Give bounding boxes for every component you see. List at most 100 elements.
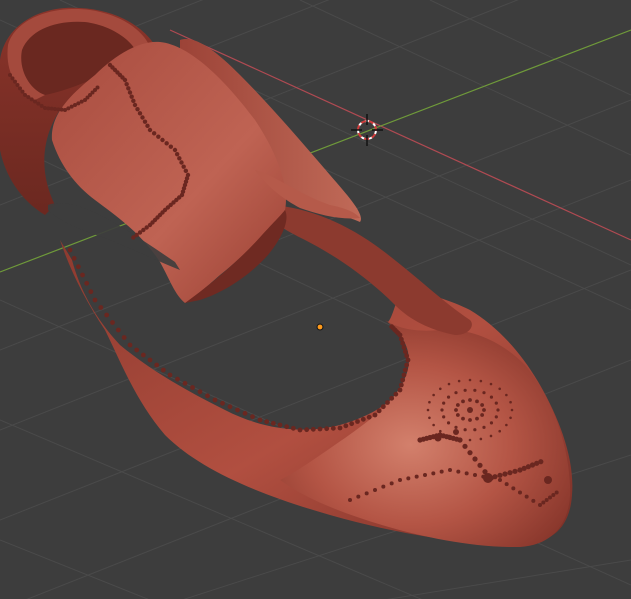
perforation-dot [468, 418, 472, 422]
perforation-dot [349, 421, 355, 427]
perforation-dot [414, 474, 419, 479]
perforation-dot [373, 488, 377, 492]
perforation-dot [512, 468, 518, 474]
perforation-dot [277, 422, 283, 428]
perforation-dot [121, 335, 127, 340]
perforation-dot [400, 340, 406, 346]
perforation-dot [156, 134, 161, 139]
perforation-dot [190, 385, 195, 390]
perforation-dot [355, 419, 360, 424]
perforation-dot [317, 426, 323, 432]
perforation-dot [439, 469, 444, 474]
perforation-dot [456, 469, 461, 474]
perforation-dot [489, 434, 493, 438]
perforation-dot [446, 421, 451, 425]
perforation-dot [509, 416, 512, 420]
perforation-dot [174, 151, 180, 157]
perforation-dot [15, 83, 20, 87]
perforation-dot [385, 400, 390, 405]
perforation-dot [502, 471, 508, 477]
perforation-dot [510, 408, 514, 412]
perforation-dot [400, 377, 406, 383]
perforation-dot [80, 272, 85, 278]
perforation-dot [398, 478, 402, 482]
object-origin-icon[interactable] [316, 323, 324, 331]
perforation-dot [172, 147, 178, 153]
perforation-dot [482, 391, 486, 395]
perforation-dot [110, 320, 115, 325]
perforation-dot [131, 235, 136, 240]
perforation-dot [10, 76, 15, 81]
perforation-dot [489, 395, 494, 399]
perforation-dot [544, 476, 552, 484]
perforation-dot [381, 484, 386, 489]
3d-cursor-icon[interactable] [351, 114, 383, 146]
shoe-mesh[interactable] [0, 7, 573, 548]
perforation-dot [71, 255, 77, 261]
perforation-dot [310, 426, 316, 432]
perforation-dot [131, 98, 136, 104]
grid-line [386, 559, 631, 599]
grid-line [299, 0, 631, 156]
perforation-dot [132, 102, 138, 108]
3d-viewport[interactable] [0, 0, 631, 599]
perforation-dot [23, 93, 27, 97]
perforation-dot [483, 473, 493, 483]
perforation-dot [454, 408, 458, 412]
perforation-dot [13, 79, 17, 84]
perforation-dot [67, 247, 73, 253]
perforation-dot [402, 349, 408, 355]
perforation-dot [168, 144, 174, 149]
perforation-dot [376, 408, 382, 414]
perforation-dot [356, 494, 361, 499]
perforation-dot [505, 393, 508, 397]
perforation-dot [524, 494, 529, 499]
perforation-dot [463, 388, 467, 392]
perforation-dot [235, 407, 240, 413]
perforation-dot [160, 367, 166, 373]
perforation-dot [453, 429, 459, 435]
perforation-dot [398, 336, 404, 342]
perforation-dot [463, 428, 467, 432]
perforation-dot [432, 393, 435, 397]
perforation-dot [397, 387, 403, 393]
perforation-dot [88, 289, 94, 295]
perforation-dot [498, 387, 501, 391]
perforation-dot [401, 372, 407, 378]
perforation-dot [84, 280, 90, 286]
perforation-dot [167, 372, 173, 378]
perforation-dot [511, 486, 516, 491]
perforation-dot [541, 500, 546, 505]
perforation-dot [140, 115, 145, 120]
perforation-dot [518, 490, 522, 495]
perforation-dot [151, 131, 157, 136]
perforation-dot [8, 73, 12, 77]
perforation-dot [39, 103, 44, 108]
perforation-dot [257, 417, 263, 423]
perforation-dot [462, 443, 468, 449]
perforation-dot [489, 382, 493, 386]
perforation-dot [124, 81, 129, 87]
perforation-dot [468, 438, 472, 442]
perforation-dot [457, 379, 461, 383]
perforation-dot [33, 99, 37, 104]
perforation-dot [197, 389, 203, 395]
perforation-dot [473, 428, 477, 432]
perforation-dot [554, 490, 559, 495]
perforation-dot [182, 380, 188, 386]
perforation-dot [538, 459, 544, 465]
perforation-dot [250, 414, 255, 420]
perforation-dot [92, 297, 98, 303]
perforation-dot [404, 362, 410, 368]
perforation-dot [98, 305, 104, 310]
perforation-dot [464, 471, 469, 476]
perforation-dot [473, 388, 477, 392]
perforation-dot [439, 429, 442, 433]
perforation-dot [426, 408, 430, 412]
perforation-dot [104, 312, 110, 318]
perforation-dot [179, 160, 184, 165]
perforation-dot [29, 97, 34, 102]
perforation-dot [468, 398, 472, 402]
perforation-dot [431, 471, 436, 476]
perforation-dot [380, 404, 386, 410]
